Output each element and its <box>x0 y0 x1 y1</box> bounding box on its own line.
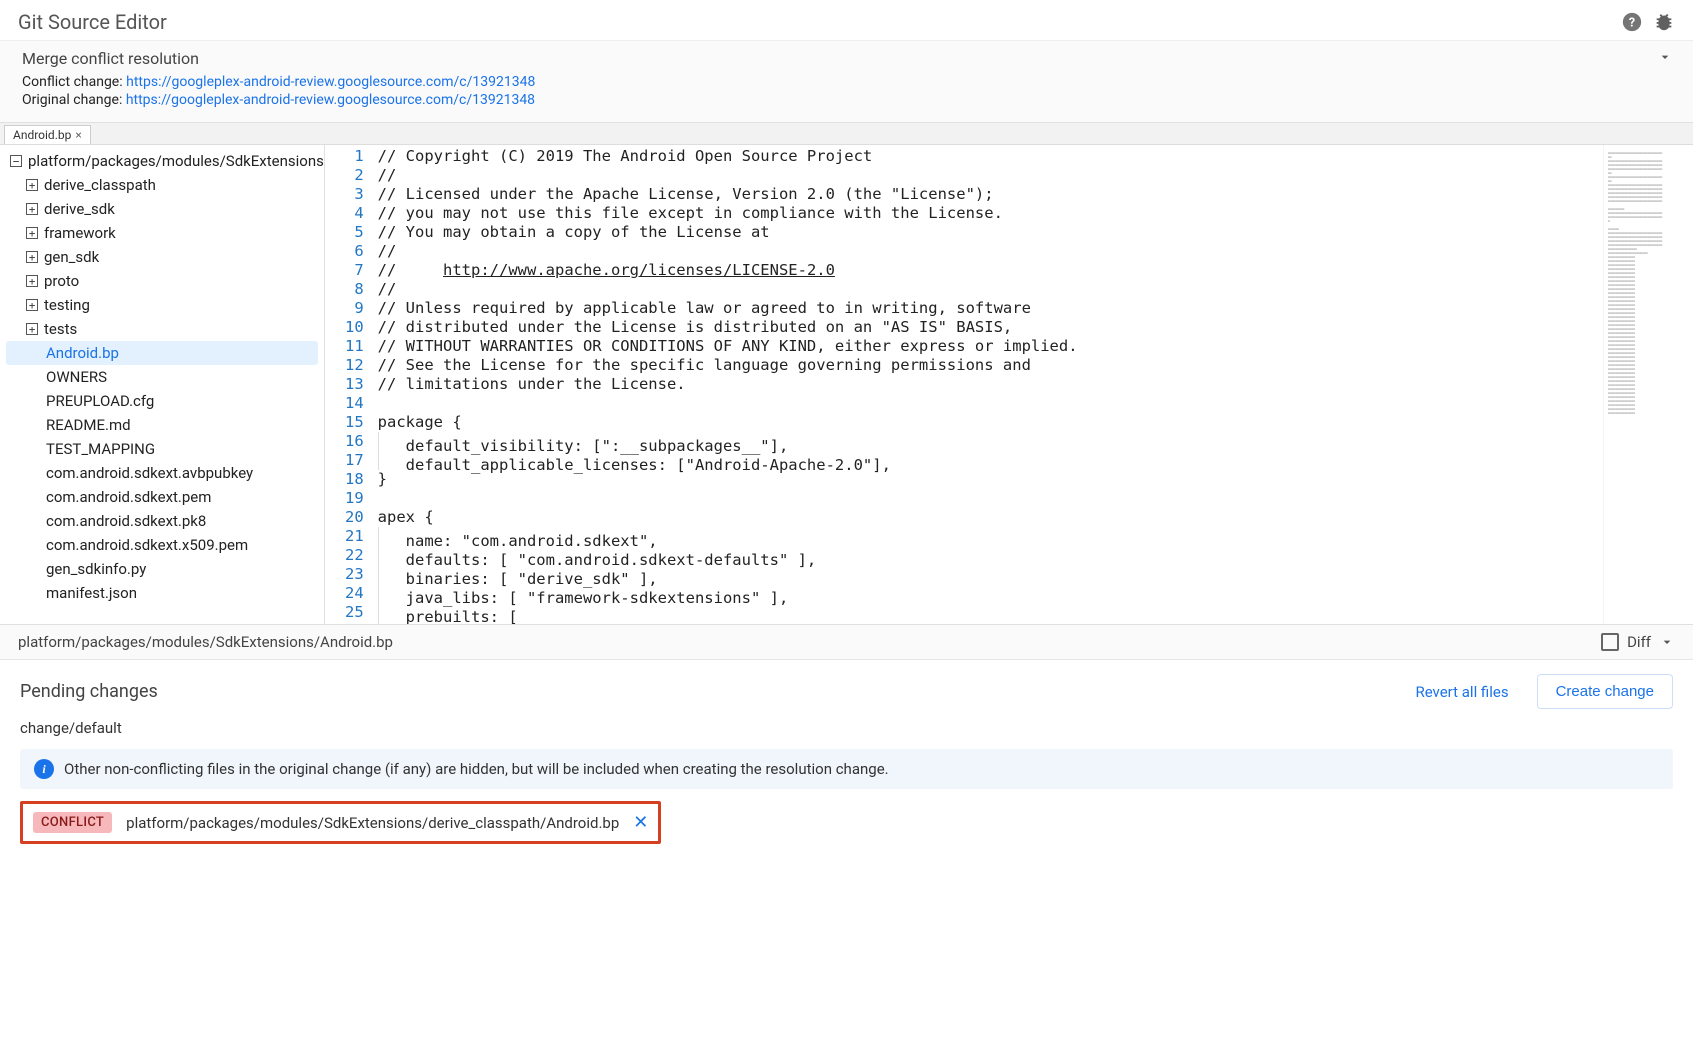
tree-label: framework <box>44 224 116 242</box>
tree-file-com-android-sdkext-x509-pem[interactable]: com.android.sdkext.x509.pem <box>6 533 318 557</box>
info-banner: i Other non-conflicting files in the ori… <box>20 749 1673 789</box>
diff-dropdown-icon[interactable] <box>1659 634 1675 650</box>
expand-icon[interactable]: + <box>26 275 38 287</box>
tree-label: OWNERS <box>46 368 107 386</box>
create-change-button[interactable]: Create change <box>1537 674 1673 709</box>
expand-icon[interactable]: + <box>26 323 38 335</box>
expand-icon[interactable]: + <box>26 179 38 191</box>
tree-label: manifest.json <box>46 584 137 602</box>
tree-file-gen_sdkinfo-py[interactable]: gen_sdkinfo.py <box>6 557 318 581</box>
tree-root[interactable]: −platform/packages/modules/SdkExtensions <box>6 149 318 173</box>
tree-folder-framework[interactable]: + framework <box>6 221 318 245</box>
tree-label: gen_sdkinfo.py <box>46 560 146 578</box>
info-icon: i <box>34 759 54 779</box>
diff-checkbox[interactable] <box>1601 633 1619 651</box>
tree-folder-testing[interactable]: + testing <box>6 293 318 317</box>
line-gutter: 1234567891011121314151617181920212223242… <box>325 145 378 624</box>
tree-file-com-android-sdkext-avbpubkey[interactable]: com.android.sdkext.avbpubkey <box>6 461 318 485</box>
bug-icon[interactable] <box>1653 11 1675 33</box>
tree-label: platform/packages/modules/SdkExtensions <box>28 152 324 170</box>
tree-folder-derive_sdk[interactable]: + derive_sdk <box>6 197 318 221</box>
code-content[interactable]: // Copyright (C) 2019 The Android Open S… <box>378 145 1078 624</box>
tree-file-manifest-json[interactable]: manifest.json <box>6 581 318 605</box>
tree-file-PREUPLOAD-cfg[interactable]: PREUPLOAD.cfg <box>6 389 318 413</box>
pending-changes-title: Pending changes <box>20 681 1415 702</box>
tree-label: gen_sdk <box>44 248 99 266</box>
path-bar: platform/packages/modules/SdkExtensions/… <box>0 625 1693 660</box>
tree-file-OWNERS[interactable]: OWNERS <box>6 365 318 389</box>
conflict-change-link[interactable]: https://googleplex-android-review.google… <box>126 74 535 90</box>
collapse-icon[interactable] <box>1657 49 1673 65</box>
svg-text:?: ? <box>1629 16 1635 31</box>
tree-label: com.android.sdkext.pem <box>46 488 211 506</box>
tree-label: PREUPLOAD.cfg <box>46 392 154 410</box>
tree-file-README-md[interactable]: README.md <box>6 413 318 437</box>
conflict-change-label: Conflict change: <box>22 74 126 90</box>
tree-label: proto <box>44 272 79 290</box>
tree-label: derive_sdk <box>44 200 115 218</box>
tree-label: derive_classpath <box>44 176 156 194</box>
current-file-path: platform/packages/modules/SdkExtensions/… <box>18 633 1601 651</box>
diff-label: Diff <box>1627 633 1651 651</box>
tree-label: com.android.sdkext.avbpubkey <box>46 464 253 482</box>
conflict-row: CONFLICT platform/packages/modules/SdkEx… <box>20 801 661 844</box>
expand-icon[interactable]: + <box>26 251 38 263</box>
tree-label: com.android.sdkext.pk8 <box>46 512 206 530</box>
info-text: Other non-conflicting files in the origi… <box>64 760 889 778</box>
tree-label: testing <box>44 296 90 314</box>
tree-label: TEST_MAPPING <box>46 440 155 458</box>
expand-icon[interactable]: + <box>26 203 38 215</box>
expand-icon[interactable]: + <box>26 227 38 239</box>
help-icon[interactable]: ? <box>1621 11 1643 33</box>
conflict-file-path[interactable]: platform/packages/modules/SdkExtensions/… <box>126 814 619 832</box>
tree-file-com-android-sdkext-pk8[interactable]: com.android.sdkext.pk8 <box>6 509 318 533</box>
tree-file-TEST_MAPPING[interactable]: TEST_MAPPING <box>6 437 318 461</box>
tab-strip: Android.bp × <box>0 123 1693 145</box>
tree-file-com-android-sdkext-pem[interactable]: com.android.sdkext.pem <box>6 485 318 509</box>
tree-folder-proto[interactable]: + proto <box>6 269 318 293</box>
original-change-label: Original change: <box>22 92 126 108</box>
close-icon[interactable]: × <box>75 128 81 142</box>
code-editor[interactable]: 1234567891011121314151617181920212223242… <box>325 145 1603 624</box>
tree-label: Android.bp <box>46 344 119 362</box>
conflict-badge: CONFLICT <box>33 812 112 833</box>
merge-conflict-panel: Merge conflict resolution Conflict chang… <box>0 40 1693 123</box>
tab-android-bp[interactable]: Android.bp × <box>4 125 91 144</box>
tree-file-Android-bp[interactable]: Android.bp <box>6 341 318 365</box>
expand-icon[interactable]: + <box>26 299 38 311</box>
dismiss-conflict-icon[interactable]: ✕ <box>633 812 648 833</box>
merge-title: Merge conflict resolution <box>22 49 1671 68</box>
page-title: Git Source Editor <box>18 10 1621 34</box>
tree-folder-gen_sdk[interactable]: + gen_sdk <box>6 245 318 269</box>
minimap[interactable]: ▬▬▬▬▬▬▬▬▬▬▬▬▬▬▬▬▬▬▬▬▬▬▬▬▬▬▬▬▬▬ ▬▬ ▬▬▬▬▬▬… <box>1603 145 1693 624</box>
file-tree: −platform/packages/modules/SdkExtensions… <box>0 145 325 624</box>
tree-label: README.md <box>46 416 131 434</box>
change-path: change/default <box>20 719 1673 737</box>
collapse-icon[interactable]: − <box>10 155 22 167</box>
tab-label: Android.bp <box>13 128 71 142</box>
tree-label: tests <box>44 320 77 338</box>
tree-label: com.android.sdkext.x509.pem <box>46 536 248 554</box>
original-change-link[interactable]: https://googleplex-android-review.google… <box>126 92 535 108</box>
tree-folder-tests[interactable]: + tests <box>6 317 318 341</box>
revert-all-button[interactable]: Revert all files <box>1415 683 1508 701</box>
tree-folder-derive_classpath[interactable]: + derive_classpath <box>6 173 318 197</box>
